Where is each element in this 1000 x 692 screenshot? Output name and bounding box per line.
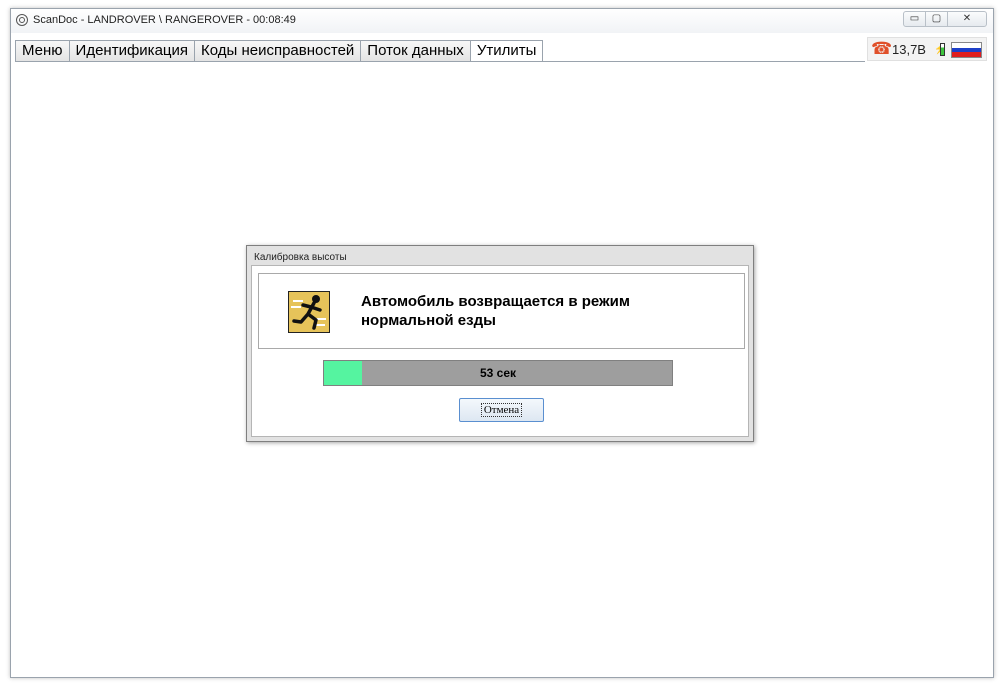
russian-flag-icon[interactable] [951, 42, 982, 58]
message-box: Автомобиль возвращается в режим нормальн… [258, 273, 745, 349]
dialog-body: Автомобиль возвращается в режим нормальн… [251, 265, 749, 437]
voltage-readout: 13,7В [892, 42, 926, 57]
tab-menu[interactable]: Меню [15, 40, 70, 61]
tab-identification[interactable]: Идентификация [68, 40, 196, 61]
tab-utilities[interactable]: Утилиты [469, 40, 544, 62]
status-panel: ☎ 13,7В ⚡ [867, 37, 987, 61]
height-calibration-dialog: Калибровка высоты Автомобиль возвращаетс… [246, 245, 754, 442]
window-title: ScanDoc - LANDROVER \ RANGEROVER - 00:08… [33, 14, 296, 26]
tab-divider [15, 61, 865, 62]
running-man-icon [288, 291, 330, 333]
cancel-button[interactable]: Отмена [459, 398, 544, 422]
progress-bar: 53 сек [323, 360, 673, 386]
battery-icon: ⚡ [934, 42, 946, 57]
minimize-button[interactable]: ▭ [903, 11, 926, 27]
dialog-title: Калибровка высоты [254, 252, 347, 263]
app-logo-icon [16, 14, 28, 26]
title-bar[interactable]: ScanDoc - LANDROVER \ RANGEROVER - 00:08… [11, 9, 993, 33]
tab-data-stream[interactable]: Поток данных [360, 40, 471, 61]
tab-fault-codes[interactable]: Коды неисправностей [194, 40, 362, 61]
maximize-button[interactable]: ▢ [925, 11, 948, 27]
status-message: Автомобиль возвращается в режим нормальн… [361, 293, 630, 329]
tab-bar: Меню Идентификация Коды неисправностей П… [15, 40, 544, 62]
close-button[interactable]: ✕ [947, 11, 987, 27]
cancel-button-label: Отмена [480, 403, 523, 417]
progress-time-label: 53 сек [479, 366, 517, 380]
phone-icon: ☎ [871, 39, 893, 58]
battery-level [940, 43, 945, 56]
